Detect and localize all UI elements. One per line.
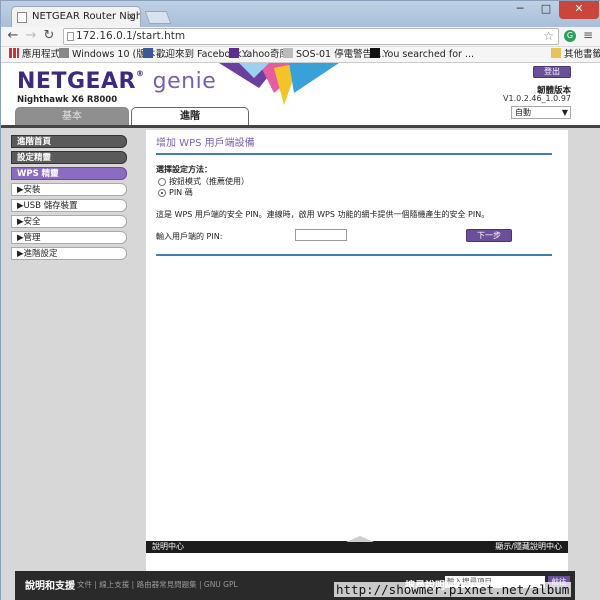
next-button[interactable]: 下一步	[466, 229, 512, 242]
firmware-version: V1.0.2.46_1.0.97	[503, 94, 571, 103]
sidebar-item-usb-storage[interactable]: ▶USB 儲存裝置	[11, 199, 127, 212]
apps-grid-icon	[9, 48, 19, 58]
help-center-label[interactable]: 說明中心	[152, 541, 184, 553]
minimize-button[interactable]: ─	[507, 1, 533, 19]
maximize-button[interactable]: □	[533, 1, 559, 19]
expand-arrow-icon[interactable]	[346, 536, 374, 542]
option-pin[interactable]: PIN 碼	[158, 187, 193, 198]
close-window-button[interactable]: ✕	[559, 1, 599, 19]
bookmark-searched[interactable]: You searched for ...	[370, 48, 474, 62]
page-icon	[370, 48, 380, 58]
bookmark-apps[interactable]: 應用程式	[9, 48, 60, 62]
folder-icon	[551, 48, 561, 58]
back-arrow-icon[interactable]: ←	[5, 28, 21, 44]
sidebar-item-advanced-setup[interactable]: ▶進階設定	[11, 247, 127, 260]
sidebar-item-setup[interactable]: ▶安裝	[11, 183, 127, 196]
yahoo-icon	[229, 48, 239, 58]
watermark-text: http://showmer.pixnet.net/album	[334, 582, 572, 597]
extension-icon[interactable]: G	[564, 30, 576, 42]
browser-window: NETGEAR Router Nighth × ─ □ ✕ ← → ↻ 172.…	[0, 0, 600, 600]
address-bar[interactable]: 172.16.0.1/start.htm ☆	[63, 28, 559, 45]
plane-icon	[283, 48, 293, 58]
browser-tab[interactable]: NETGEAR Router Nighth ×	[11, 6, 141, 28]
new-tab-button[interactable]	[144, 11, 172, 24]
page-title: 增加 WPS 用戶端設備	[156, 138, 255, 149]
tab-basic[interactable]: 基本	[15, 107, 129, 126]
facebook-icon	[143, 48, 153, 58]
footer-title: 說明和支援	[25, 581, 75, 592]
option-pin-label: PIN 碼	[169, 188, 193, 197]
reload-icon[interactable]: ↻	[41, 28, 57, 44]
sidebar: 進階首頁 設定精靈 WPS 精靈 ▶安裝 ▶USB 儲存裝置 ▶安全 ▶管理 ▶…	[11, 135, 127, 263]
pin-description: 這是 WPS 用戶端的安全 PIN。連線時，啟用 WPS 功能的網卡提供一個隨機…	[156, 210, 490, 219]
url-text: 172.16.0.1/start.htm	[76, 30, 186, 42]
option-push-button[interactable]: 按鈕模式（推薦使用）	[158, 176, 249, 187]
page-icon	[17, 12, 27, 23]
brand-splash-graphic	[219, 63, 339, 105]
page-icon	[59, 48, 69, 58]
router-page: NETGEAR® genie Nighthawk X6 R8000 登出 韌體版…	[1, 63, 600, 600]
sidebar-item-setup-wizard[interactable]: 設定精靈	[11, 151, 127, 164]
chevron-down-icon: ▼	[561, 108, 568, 117]
bookmark-star-icon[interactable]: ☆	[543, 29, 554, 44]
sidebar-item-wps-wizard[interactable]: WPS 精靈	[11, 167, 127, 180]
tab-title: NETGEAR Router Nighth	[32, 11, 141, 22]
option-push-label: 按鈕模式（推薦使用）	[169, 177, 249, 186]
help-center-bar[interactable]: 說明中心 顯示/隱藏說明中心	[146, 536, 568, 553]
menu-icon[interactable]: ≡	[583, 29, 593, 41]
pin-field-label: 輸入用戶端的 PIN:	[156, 232, 223, 241]
tab-advanced[interactable]: 進階	[131, 107, 249, 126]
bookmarks-bar: 應用程式 Windows 10 (版本 ... 歡迎來到 Facebook...…	[1, 47, 600, 63]
tab-strip: NETGEAR Router Nighth × ─ □ ✕	[1, 1, 600, 28]
model-name: Nighthawk X6 R8000	[17, 95, 118, 105]
page-info-icon[interactable]	[67, 32, 74, 41]
divider	[156, 153, 552, 155]
sidebar-item-advanced-home[interactable]: 進階首頁	[11, 135, 127, 148]
toggle-help-link[interactable]: 顯示/隱藏說明中心	[495, 541, 562, 553]
forward-arrow-icon[interactable]: →	[23, 28, 39, 44]
browser-toolbar: ← → ↻ 172.16.0.1/start.htm ☆	[1, 27, 600, 47]
language-select[interactable]: 自動 ▼	[511, 106, 571, 119]
close-tab-icon[interactable]: ×	[127, 7, 136, 27]
other-bookmarks[interactable]: 其他書籤	[551, 48, 600, 62]
content-panel: 增加 WPS 用戶端設備 選擇設定方法： 按鈕模式（推薦使用） PIN 碼 這是…	[146, 130, 568, 593]
select-method-label: 選擇設定方法：	[156, 165, 212, 174]
bookmark-yahoo[interactable]: Yahoo奇摩	[229, 48, 289, 62]
netgear-logo[interactable]: NETGEAR® genie	[17, 69, 216, 94]
divider	[156, 254, 552, 256]
sidebar-item-administration[interactable]: ▶管理	[11, 231, 127, 244]
radio-push-button[interactable]	[158, 177, 166, 186]
sidebar-item-security[interactable]: ▶安全	[11, 215, 127, 228]
window-controls: ─ □ ✕	[507, 1, 599, 19]
radio-pin[interactable]	[158, 188, 166, 197]
footer-links[interactable]: 文件 | 線上支援 | 路由器常見問題集 | GNU GPL	[77, 579, 238, 590]
pin-input[interactable]	[295, 229, 347, 241]
logout-button[interactable]: 登出	[533, 66, 571, 78]
